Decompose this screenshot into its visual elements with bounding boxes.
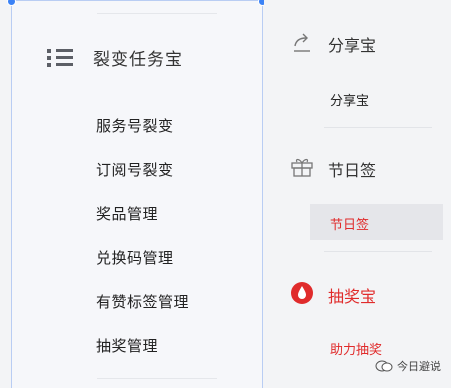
menu-title: 裂变任务宝	[93, 50, 183, 70]
menu-item-code-management[interactable]: 兑换码管理	[96, 247, 174, 268]
watermark: 今日避说	[375, 358, 441, 374]
wechat-icon	[375, 360, 393, 372]
share-header-label: 分享宝	[328, 36, 377, 55]
divider	[97, 13, 217, 14]
menu-item-service-fission[interactable]: 服务号裂变	[96, 115, 174, 136]
lottery-header-label: 抽奖宝	[328, 287, 377, 306]
share-header[interactable]: 分享宝	[290, 31, 376, 57]
share-subitem[interactable]: 分享宝	[330, 90, 369, 109]
share-icon	[290, 31, 314, 57]
menu-item-prize-management[interactable]: 奖品管理	[96, 203, 158, 224]
lottery-header[interactable]: 抽奖宝	[290, 281, 376, 309]
divider	[324, 127, 432, 128]
menu-item-subscription-fission[interactable]: 订阅号裂变	[96, 159, 174, 180]
holiday-header[interactable]: 节日签	[290, 157, 376, 181]
lottery-subitem[interactable]: 助力抽奖	[330, 339, 382, 358]
watermark-text: 今日避说	[397, 360, 441, 373]
left-menu-panel: 裂变任务宝 服务号裂变 订阅号裂变 奖品管理 兑换码管理 有赞标签管理 抽奖管理	[7, 0, 267, 388]
menu-header[interactable]: 裂变任务宝	[47, 45, 183, 70]
divider	[97, 378, 217, 379]
list-icon	[47, 48, 75, 68]
holiday-subitem[interactable]: 节日签	[330, 214, 369, 233]
holiday-header-label: 节日签	[328, 161, 377, 180]
menu-item-tag-management[interactable]: 有赞标签管理	[96, 291, 189, 312]
resize-handle-left[interactable]	[7, 0, 16, 6]
gift-icon	[290, 157, 314, 181]
divider	[324, 251, 432, 252]
drop-icon	[290, 281, 314, 309]
menu-item-lottery-management[interactable]: 抽奖管理	[96, 335, 158, 356]
right-menu-panel: 分享宝 分享宝 节日签 节日签 抽奖宝 助力抽奖 今日避说	[264, 0, 451, 388]
